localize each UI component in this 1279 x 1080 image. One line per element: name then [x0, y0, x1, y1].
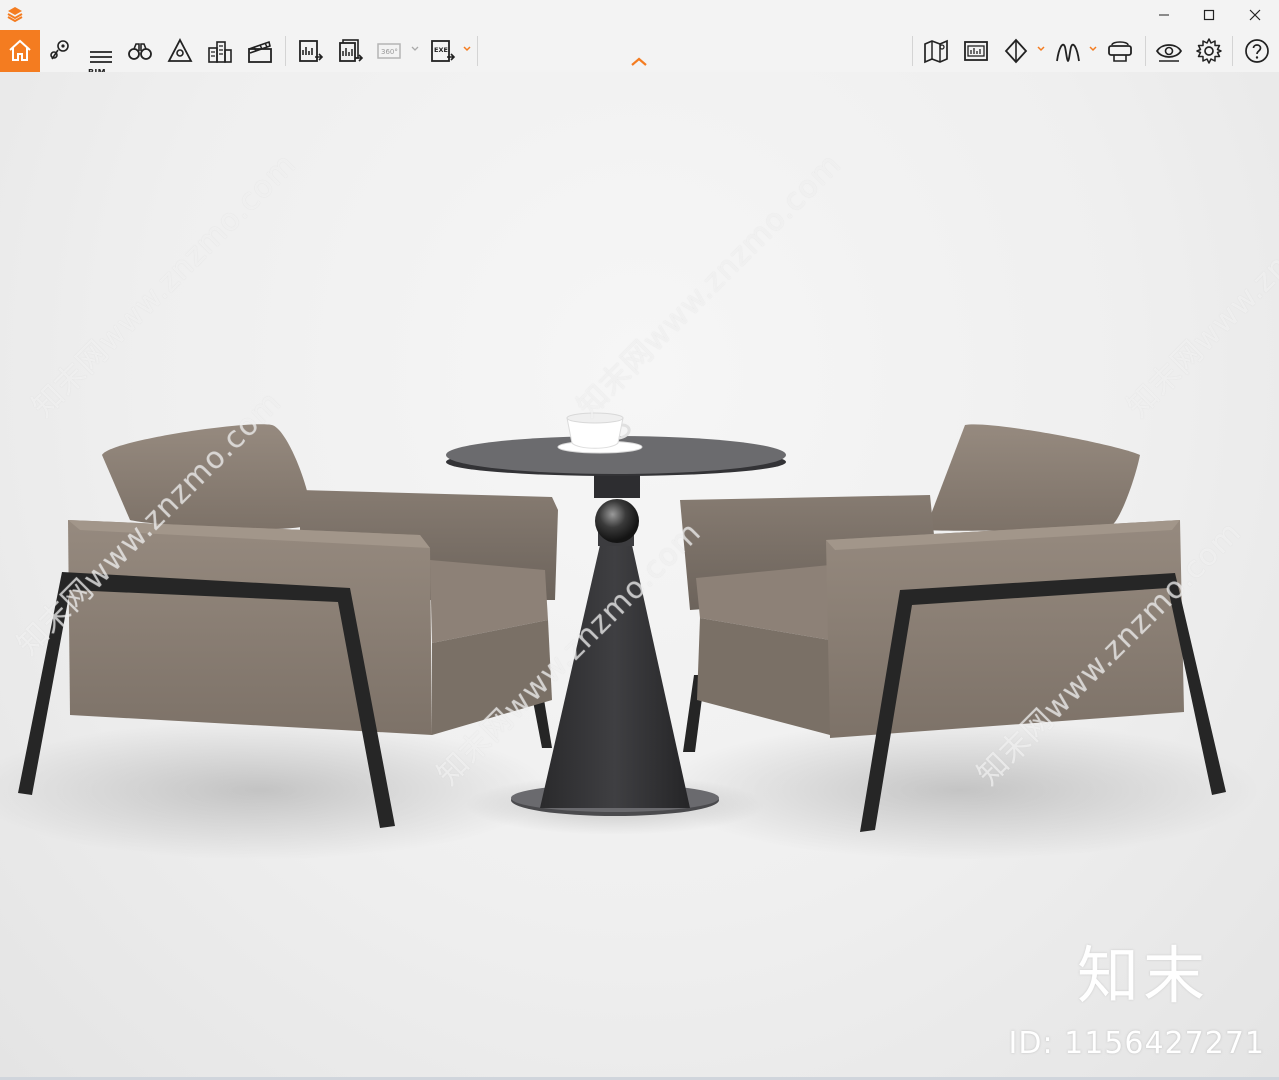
buildings-button[interactable] — [202, 32, 238, 70]
animation-button[interactable] — [242, 32, 278, 70]
minimize-icon — [1159, 14, 1169, 16]
terrain-button[interactable] — [1050, 32, 1086, 70]
title-bar[interactable] — [0, 0, 1279, 30]
close-icon — [1249, 9, 1261, 21]
material-caret-icon[interactable] — [1036, 43, 1046, 53]
panel-icon — [964, 41, 988, 61]
binoculars-icon — [128, 43, 152, 60]
toolbar-separator — [1145, 36, 1146, 66]
panel-button[interactable] — [958, 32, 994, 70]
settings-gear-icon — [1196, 38, 1222, 64]
help-icon — [1245, 39, 1269, 63]
toolbar-separator — [285, 36, 286, 66]
settings-button[interactable] — [1191, 32, 1227, 70]
toolbar-separator — [912, 36, 913, 66]
vr-button[interactable] — [1102, 32, 1138, 70]
export-image-button[interactable] — [292, 32, 328, 70]
collapse-toolbar-chevron-icon[interactable] — [628, 55, 650, 69]
export-exe-caret-icon[interactable] — [462, 43, 472, 53]
vr-headset-icon — [1108, 41, 1132, 62]
location-button[interactable] — [42, 32, 78, 70]
view-button[interactable] — [1151, 32, 1187, 70]
export-image-icon — [299, 40, 324, 62]
maximize-button[interactable] — [1186, 0, 1232, 30]
close-button[interactable] — [1232, 0, 1278, 30]
right-chair-shadow — [660, 720, 1260, 860]
material-icon — [1004, 38, 1028, 64]
tripod-camera-icon — [167, 38, 193, 62]
export-360-icon: 360° — [377, 43, 401, 59]
camera-button[interactable] — [162, 32, 198, 70]
app-logo-icon — [7, 7, 23, 23]
bim-list-icon — [90, 51, 112, 63]
home-icon — [9, 39, 31, 61]
clapperboard-icon — [248, 40, 272, 63]
buildings-icon — [208, 41, 232, 63]
app-window: BIM — [0, 0, 1279, 1080]
location-pin-icon — [50, 40, 69, 60]
toolbar-separator — [1232, 36, 1233, 66]
minimize-button[interactable] — [1141, 0, 1187, 30]
render-viewport[interactable]: 知末网www.znzmo.com 知末网www.znzmo.com 知末网www… — [0, 72, 1279, 1077]
export-exe-button[interactable]: EXE — [424, 32, 460, 70]
svg-text:EXE: EXE — [434, 46, 448, 54]
export-exe-icon: EXE — [431, 40, 456, 62]
export-360-button[interactable]: 360° — [372, 32, 408, 70]
model-id-text: ID: 1156427271 — [1008, 1026, 1265, 1061]
walkthrough-button[interactable] — [122, 32, 158, 70]
brand-logo: 知末 — [1076, 939, 1209, 1012]
material-button[interactable] — [998, 32, 1034, 70]
svg-text:360°: 360° — [381, 48, 398, 56]
help-button[interactable] — [1239, 32, 1275, 70]
terrain-icon — [1056, 43, 1080, 62]
maximize-icon — [1203, 9, 1215, 21]
export-batch-button[interactable] — [332, 32, 368, 70]
home-button[interactable] — [0, 30, 40, 72]
export-360-caret-icon[interactable] — [410, 43, 420, 53]
view-eye-icon — [1155, 44, 1183, 62]
terrain-caret-icon[interactable] — [1088, 43, 1098, 53]
bim-button[interactable] — [82, 32, 118, 70]
toolbar-separator — [477, 36, 478, 66]
export-batch-image-icon — [339, 39, 364, 62]
map-icon — [924, 39, 948, 64]
map-button[interactable] — [918, 32, 954, 70]
